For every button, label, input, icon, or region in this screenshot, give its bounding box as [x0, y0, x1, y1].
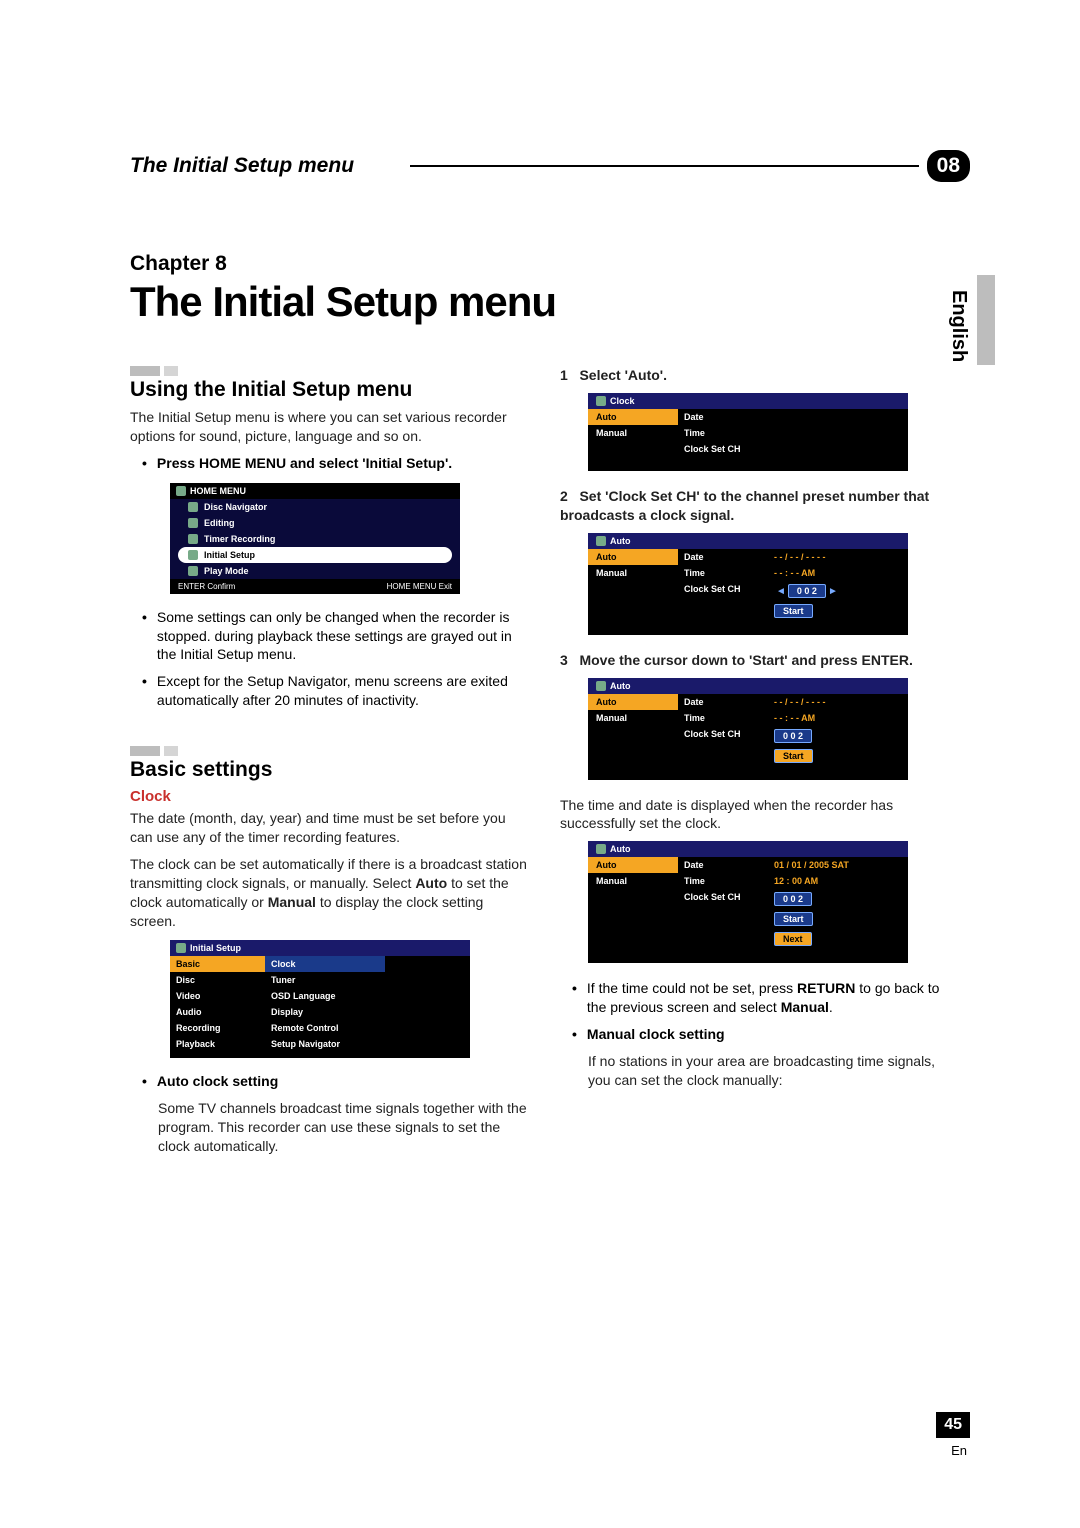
menu-subitem-selected: Clock: [265, 956, 385, 972]
menu-item: Recording: [170, 1020, 265, 1036]
home-menu-footer-left: ENTER Confirm: [178, 582, 235, 591]
home-menu-footer-right: HOME MENU Exit: [387, 582, 452, 591]
chapter-number-badge: 08: [927, 150, 970, 182]
time-value: 12 : 00 AM: [768, 873, 888, 889]
page-title: The Initial Setup menu: [130, 278, 970, 326]
note-text: Except for the Setup Navigator, menu scr…: [157, 672, 530, 710]
field-label: Time: [678, 425, 768, 441]
right-column: 1 Select 'Auto'. Clock Auto Manual Date …: [560, 366, 960, 1164]
step-text: Select 'Auto'.: [579, 367, 667, 383]
initial-setup-screenshot: Initial Setup Basic Disc Video Audio Rec…: [170, 940, 470, 1058]
page-language-short: En: [951, 1443, 967, 1458]
setup-icon: [596, 536, 606, 546]
bullet-heading: Manual clock setting: [587, 1025, 960, 1044]
side-language-label: English: [947, 290, 970, 362]
body-text: The Initial Setup menu is where you can …: [130, 408, 530, 446]
body-text: The date (month, day, year) and time mus…: [130, 809, 530, 847]
home-menu-item: Play Mode: [204, 566, 249, 576]
clock-screenshot-1: Clock Auto Manual Date Time Clock Set CH: [588, 393, 908, 471]
arrow-left-icon: ◄: [774, 586, 788, 597]
menu-item-selected: Basic: [170, 956, 265, 972]
start-button: Start: [774, 912, 813, 926]
chapter-header-title: The Initial Setup menu: [130, 154, 410, 178]
menu-subitem: Remote Control: [265, 1020, 385, 1036]
start-button: Start: [774, 604, 813, 618]
bullet-heading: Auto clock setting: [157, 1072, 530, 1091]
home-menu-item-selected: Initial Setup: [204, 550, 255, 560]
setup-icon: [596, 681, 606, 691]
section-heading: Basic settings: [130, 758, 530, 782]
start-button-selected: Start: [774, 749, 813, 763]
body-text: The clock can be set automatically if th…: [130, 855, 530, 931]
bullet-icon: •: [142, 454, 147, 473]
step-text: Move the cursor down to 'Start' and pres…: [579, 652, 912, 668]
menu-subitem: OSD Language: [265, 988, 385, 1004]
time-value: - - : - - AM: [768, 565, 888, 581]
date-value: - - / - - / - - - -: [768, 549, 888, 565]
instruction-text: Press HOME MENU and select 'Initial Setu…: [157, 454, 530, 473]
step-text: Set 'Clock Set CH' to the channel preset…: [560, 488, 929, 523]
channel-value: 0 0 2: [788, 584, 826, 598]
home-icon: [176, 486, 186, 496]
setup-icon: [188, 550, 198, 560]
timer-icon: [188, 534, 198, 544]
home-menu-item: Editing: [204, 518, 235, 528]
note-text: Some settings can only be changed when t…: [157, 608, 530, 665]
clock-screenshot-3: Auto Auto Manual Date Time Clock Set CH …: [588, 678, 908, 780]
menu-subitem: Display: [265, 1004, 385, 1020]
chapter-label: Chapter 8: [130, 252, 970, 276]
menu-subitem: Tuner: [265, 972, 385, 988]
next-button-selected: Next: [774, 932, 812, 946]
setup-icon: [596, 396, 606, 406]
menu-item: Manual: [588, 425, 678, 441]
note-text: If the time could not be set, press RETU…: [587, 979, 960, 1017]
subsection-heading: Clock: [130, 788, 530, 805]
menu-item-selected: Auto: [588, 549, 678, 565]
menu-item: Disc: [170, 972, 265, 988]
channel-value: 0 0 2: [774, 892, 812, 906]
setup-icon: [176, 943, 186, 953]
section-heading: Using the Initial Setup menu: [130, 378, 530, 402]
menu-item: Playback: [170, 1036, 265, 1052]
menu-item-selected: Auto: [588, 409, 678, 425]
home-menu-screenshot: HOME MENU Disc Navigator Editing Timer R…: [170, 483, 460, 594]
home-menu-item: Disc Navigator: [204, 502, 267, 512]
edit-icon: [188, 518, 198, 528]
initial-setup-title: Initial Setup: [190, 943, 241, 953]
menu-item: Audio: [170, 1004, 265, 1020]
field-label: Clock Set CH: [678, 441, 768, 457]
clock-screenshot-2: Auto Auto Manual Date Time Clock Set CH …: [588, 533, 908, 635]
menu-item: Manual: [588, 565, 678, 581]
chapter-header-bar: The Initial Setup menu 08: [130, 150, 970, 182]
home-menu-item: Timer Recording: [204, 534, 275, 544]
field-label: Date: [678, 409, 768, 425]
arrow-right-icon: ►: [826, 586, 840, 597]
menu-item: Video: [170, 988, 265, 1004]
left-column: Using the Initial Setup menu The Initial…: [130, 366, 530, 1164]
page-number: 45: [936, 1412, 970, 1438]
disc-icon: [188, 502, 198, 512]
body-text: The time and date is displayed when the …: [560, 796, 960, 834]
home-menu-title: HOME MENU: [190, 486, 246, 496]
play-icon: [188, 566, 198, 576]
side-tab: [977, 275, 995, 365]
menu-subitem: Setup Navigator: [265, 1036, 385, 1052]
body-text: If no stations in your area are broadcas…: [560, 1052, 960, 1090]
clock-screenshot-4: Auto Auto Manual Date Time Clock Set CH …: [588, 841, 908, 963]
date-value: 01 / 01 / 2005 SAT: [768, 857, 888, 873]
setup-icon: [596, 844, 606, 854]
body-text: Some TV channels broadcast time signals …: [130, 1099, 530, 1156]
